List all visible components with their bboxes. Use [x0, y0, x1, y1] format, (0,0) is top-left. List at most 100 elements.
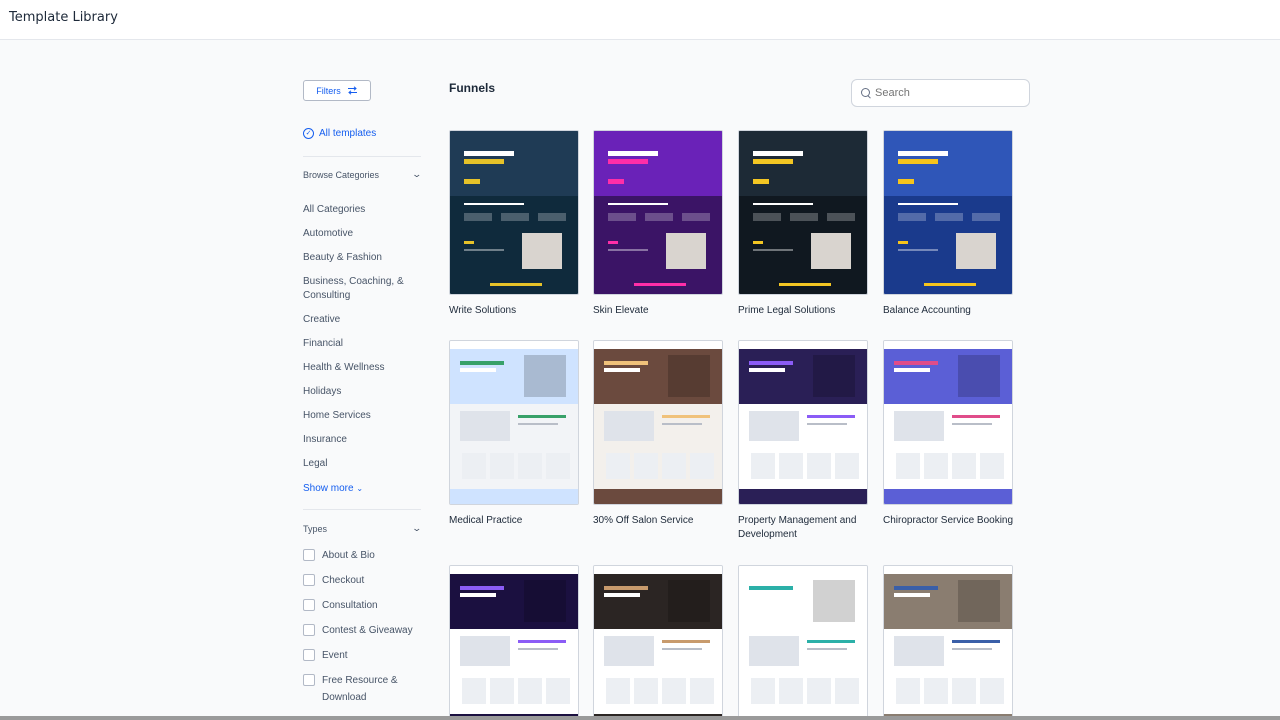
category-item[interactable]: Financial	[303, 337, 421, 351]
thumbnail-feature-block	[980, 453, 1004, 479]
type-item[interactable]: Contest & Giveaway	[303, 622, 421, 639]
thumbnail-feature-block	[835, 678, 859, 704]
thumbnail-feature-block	[935, 213, 963, 221]
thumbnail-feature-block	[634, 678, 658, 704]
template-thumbnail[interactable]	[593, 340, 723, 505]
template-name[interactable]: Write Solutions	[449, 304, 583, 318]
type-checkbox[interactable]	[303, 574, 315, 586]
thumbnail-headline	[749, 368, 785, 372]
template-thumbnail[interactable]	[883, 130, 1013, 295]
template-thumbnail[interactable]	[593, 130, 723, 295]
template-card[interactable]: Prime Legal Solutions	[738, 130, 868, 318]
template-name[interactable]: Chiropractor Service Booking	[883, 514, 1017, 528]
template-card[interactable]: Skin Elevate	[593, 130, 723, 318]
template-name[interactable]: Balance Accounting	[883, 304, 1017, 318]
thumbnail-feature-block	[952, 678, 976, 704]
type-checkbox[interactable]	[303, 674, 315, 686]
thumbnail-feature-block	[518, 678, 542, 704]
template-card[interactable]	[593, 565, 723, 720]
thumbnail-text-line	[924, 283, 976, 286]
thumbnail-headline	[894, 586, 938, 590]
template-card[interactable]	[449, 565, 579, 720]
type-label: Contest & Giveaway	[322, 625, 413, 636]
thumbnail-text-line	[753, 203, 813, 205]
thumbnail-nav-bar	[594, 566, 722, 574]
type-checkbox[interactable]	[303, 549, 315, 561]
category-item[interactable]: Legal	[303, 457, 421, 471]
thumbnail-text-line	[518, 423, 558, 425]
category-item[interactable]: All Categories	[303, 203, 421, 217]
category-item[interactable]: Creative	[303, 313, 421, 327]
template-card[interactable]: Balance Accounting	[883, 130, 1013, 318]
thumbnail-text-line	[608, 203, 668, 205]
template-card[interactable]: 30% Off Salon Service	[593, 340, 723, 528]
thumbnail-feature-block	[634, 453, 658, 479]
thumbnail-feature-block	[606, 453, 630, 479]
template-thumbnail[interactable]	[449, 340, 579, 505]
category-item[interactable]: Business, Coaching, & Consulting	[303, 275, 421, 303]
template-card[interactable]: Write Solutions	[449, 130, 579, 318]
template-thumbnail[interactable]	[593, 565, 723, 720]
type-item[interactable]: Free Resource & Download	[303, 672, 421, 706]
category-item[interactable]: Insurance	[303, 433, 421, 447]
thumbnail-text-line	[518, 415, 566, 418]
thumbnail-cta-button	[898, 179, 914, 184]
template-thumbnail[interactable]	[738, 130, 868, 295]
template-card[interactable]	[883, 565, 1013, 720]
thumbnail-footer	[884, 489, 1012, 504]
type-checkbox[interactable]	[303, 649, 315, 661]
type-item[interactable]: Event	[303, 647, 421, 664]
template-thumbnail[interactable]	[449, 565, 579, 720]
category-item[interactable]: Beauty & Fashion	[303, 251, 421, 265]
template-name[interactable]: 30% Off Salon Service	[593, 514, 727, 528]
thumbnail-photo	[524, 355, 566, 397]
thumbnail-feature-block	[952, 453, 976, 479]
template-thumbnail[interactable]	[738, 340, 868, 505]
template-card[interactable]: Property Management and Development	[738, 340, 868, 542]
template-thumbnail[interactable]	[883, 565, 1013, 720]
thumbnail-feature-block	[896, 678, 920, 704]
search-input[interactable]	[875, 87, 1015, 99]
template-card[interactable]: Medical Practice	[449, 340, 579, 528]
type-item[interactable]: Checkout	[303, 572, 421, 589]
template-card[interactable]	[738, 565, 868, 720]
types-header[interactable]: Types ⌄	[303, 523, 423, 534]
thumbnail-headline	[898, 159, 938, 164]
template-name[interactable]: Skin Elevate	[593, 304, 727, 318]
thumbnail-feature-block	[980, 678, 1004, 704]
thumbnail-feature-block	[753, 213, 781, 221]
thumbnail-text-line	[608, 241, 618, 244]
browse-categories-header[interactable]: Browse Categories ⌄	[303, 169, 423, 180]
thumbnail-headline	[460, 593, 496, 597]
template-name[interactable]: Medical Practice	[449, 514, 583, 528]
type-item[interactable]: About & Bio	[303, 547, 421, 564]
thumbnail-section	[604, 411, 654, 441]
all-templates-link[interactable]: ✓ All templates	[303, 128, 376, 139]
category-item[interactable]: Automotive	[303, 227, 421, 241]
thumbnail-headline	[604, 361, 648, 365]
thumbnail-cta-button	[608, 179, 624, 184]
template-name[interactable]: Property Management and Development	[738, 514, 872, 542]
thumbnail-section	[460, 636, 510, 666]
template-thumbnail[interactable]	[738, 565, 868, 720]
type-checkbox[interactable]	[303, 599, 315, 611]
chevron-down-icon: ⌄	[411, 523, 423, 533]
type-checkbox[interactable]	[303, 624, 315, 636]
thumbnail-text-line	[634, 283, 686, 286]
filters-button[interactable]: Filters	[303, 80, 371, 101]
template-name[interactable]: Prime Legal Solutions	[738, 304, 872, 318]
show-more-link[interactable]: Show more ⌄	[303, 483, 363, 494]
template-card[interactable]: Chiropractor Service Booking	[883, 340, 1013, 528]
category-item[interactable]: Home Services	[303, 409, 421, 423]
category-item[interactable]: Holidays	[303, 385, 421, 399]
template-thumbnail[interactable]	[449, 130, 579, 295]
search-box[interactable]	[851, 79, 1030, 107]
thumbnail-feature-block	[751, 678, 775, 704]
type-label: Consultation	[322, 600, 378, 611]
thumbnail-headline	[464, 159, 504, 164]
template-thumbnail[interactable]	[883, 340, 1013, 505]
thumbnail-section	[749, 411, 799, 441]
thumbnail-section	[460, 411, 510, 441]
type-item[interactable]: Consultation	[303, 597, 421, 614]
category-item[interactable]: Health & Wellness	[303, 361, 421, 375]
